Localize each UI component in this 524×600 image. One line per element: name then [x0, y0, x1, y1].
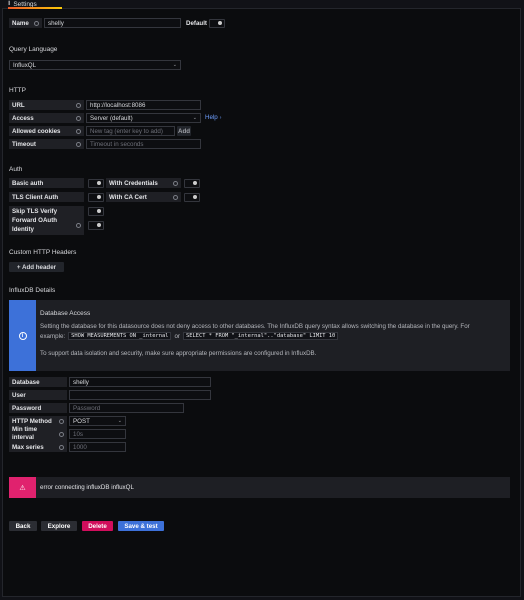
- tls-client-auth-toggle[interactable]: [88, 192, 104, 202]
- allowed-cookies-input[interactable]: New tag (enter key to add): [86, 126, 175, 136]
- chevron-down-icon: ⌄: [192, 115, 197, 121]
- chevron-down-icon: ⌄: [117, 418, 122, 424]
- url-input[interactable]: http://localhost:8086: [86, 100, 201, 110]
- user-input[interactable]: [69, 390, 211, 400]
- influxdb-details-title: InfluxDB Details: [9, 287, 56, 294]
- password-input[interactable]: Password: [69, 403, 184, 413]
- chevron-right-icon: ›: [219, 114, 222, 121]
- skip-tls-toggle[interactable]: [88, 206, 104, 216]
- info-icon[interactable]: [173, 180, 178, 186]
- alert-text: Setting the database for this datasource…: [40, 323, 470, 330]
- forward-oauth-label: Forward OAuth Identity: [9, 215, 84, 235]
- error-text: error connecting influxDB influxQL: [40, 484, 134, 491]
- timeout-label: Timeout: [9, 139, 84, 149]
- database-input[interactable]: shelly: [69, 377, 211, 387]
- back-button[interactable]: Back: [9, 521, 37, 531]
- info-icon[interactable]: [34, 20, 39, 26]
- help-link[interactable]: Help ›: [205, 114, 221, 121]
- info-icon[interactable]: [76, 102, 81, 108]
- info-icon[interactable]: [76, 128, 81, 134]
- info-icon[interactable]: [59, 431, 64, 437]
- max-series-input[interactable]: 1000: [69, 442, 126, 452]
- info-icon[interactable]: [76, 115, 81, 121]
- tls-client-auth-label: TLS Client Auth: [9, 192, 84, 202]
- with-ca-cert-toggle[interactable]: [184, 192, 200, 202]
- alert-code-1: SHOW MEASUREMENTS ON _internal: [68, 332, 172, 340]
- user-label: User: [9, 390, 67, 400]
- with-credentials-label: With Credentials: [106, 178, 181, 188]
- auth-title: Auth: [9, 166, 23, 173]
- custom-headers-title: Custom HTTP Headers: [9, 249, 77, 256]
- chevron-down-icon: ⌄: [172, 62, 177, 68]
- alert-icon-bar: i: [9, 300, 36, 371]
- info-icon[interactable]: [59, 418, 64, 424]
- tab-active-indicator: [8, 7, 62, 9]
- info-icon[interactable]: [59, 444, 64, 450]
- query-language-title: Query Language: [9, 46, 58, 53]
- database-access-alert: i Database Access Setting the database f…: [9, 300, 510, 371]
- with-ca-cert-label: With CA Cert: [106, 192, 181, 202]
- add-header-button[interactable]: + Add header: [9, 262, 64, 272]
- allowed-cookies-label: Allowed cookies: [9, 126, 84, 136]
- name-input[interactable]: shelly: [44, 18, 181, 28]
- info-icon[interactable]: [76, 222, 81, 228]
- min-time-interval-input[interactable]: 10s: [69, 429, 126, 439]
- delete-button[interactable]: Delete: [82, 521, 113, 531]
- url-label: URL: [9, 100, 84, 110]
- add-cookie-button[interactable]: Add: [177, 126, 191, 136]
- error-alert: ⚠ error connecting influxDB influxQL: [9, 477, 510, 498]
- warning-icon: ⚠: [9, 477, 36, 498]
- alert-code-2: SELECT * FROM "_internal".."database" LI…: [183, 332, 339, 340]
- explore-button[interactable]: Explore: [41, 521, 77, 531]
- basic-auth-label: Basic auth: [9, 178, 84, 188]
- info-circle-icon: i: [18, 331, 27, 340]
- access-select[interactable]: Server (default) ⌄: [86, 113, 201, 123]
- alert-text-2: To support data isolation and security, …: [40, 350, 317, 357]
- default-label: Default: [186, 19, 207, 27]
- http-method-select[interactable]: POST ⌄: [69, 416, 126, 426]
- http-title: HTTP: [9, 87, 26, 94]
- password-label: Password: [9, 403, 67, 413]
- forward-oauth-toggle[interactable]: [88, 220, 104, 230]
- info-icon[interactable]: [173, 194, 178, 200]
- default-toggle[interactable]: [209, 18, 225, 28]
- timeout-input[interactable]: Timeout in seconds: [86, 139, 201, 149]
- access-label: Access: [9, 113, 84, 123]
- info-icon[interactable]: [76, 141, 81, 147]
- basic-auth-toggle[interactable]: [88, 178, 104, 188]
- alert-example: example: SHOW MEASUREMENTS ON _internal …: [40, 332, 339, 340]
- with-credentials-toggle[interactable]: [184, 178, 200, 188]
- save-test-button[interactable]: Save & test: [118, 521, 164, 531]
- database-label: Database: [9, 377, 67, 387]
- query-language-select[interactable]: InfluxQL ⌄: [9, 60, 181, 70]
- alert-title: Database Access: [40, 310, 91, 317]
